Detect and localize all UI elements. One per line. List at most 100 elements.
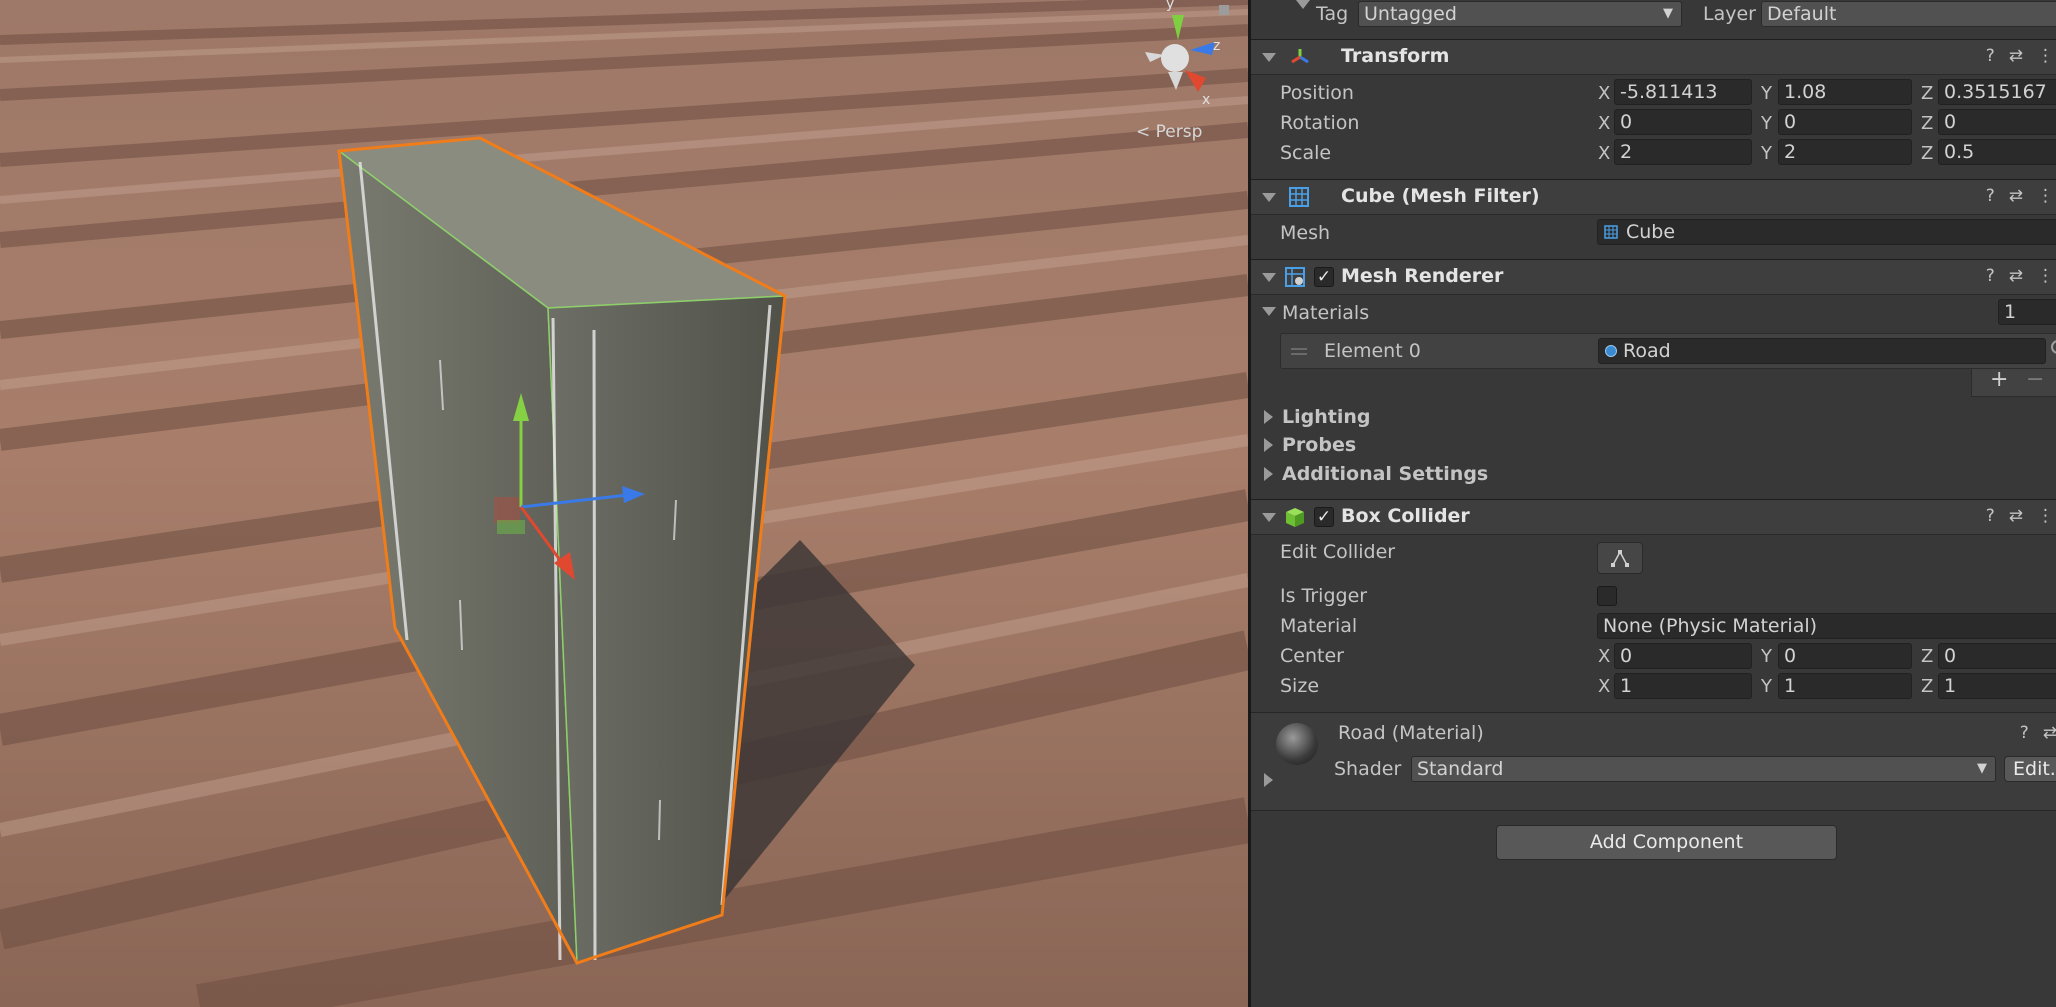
- remove-element-button[interactable]: −: [2026, 367, 2044, 392]
- scale-y-field[interactable]: 2: [1778, 139, 1912, 165]
- header-chevron-icon: [1296, 0, 1310, 9]
- collider-material-field[interactable]: None (Physic Material): [1597, 613, 2056, 639]
- fold-arrow-icon[interactable]: [1262, 193, 1276, 202]
- tag-label: Tag: [1316, 3, 1349, 25]
- mesh-renderer-header[interactable]: ✓ Mesh Renderer ? ⇄ ⋮: [1251, 259, 2056, 295]
- more-icon[interactable]: ⋮: [2037, 506, 2054, 526]
- layer-label: Layer: [1703, 3, 1756, 25]
- mesh-filter-header[interactable]: Cube (Mesh Filter) ? ⇄ ⋮: [1251, 179, 2056, 215]
- materials-count-field[interactable]: 1: [1998, 299, 2056, 325]
- axis-z-label[interactable]: Z: [1921, 113, 1933, 134]
- presets-icon[interactable]: ⇄: [2043, 723, 2056, 743]
- shader-label: Shader: [1334, 758, 1402, 780]
- transform-icon: [1291, 49, 1309, 64]
- center-x-field[interactable]: 0: [1614, 643, 1752, 669]
- axis-x-label[interactable]: X: [1598, 676, 1610, 697]
- size-z-field[interactable]: 1: [1938, 673, 2056, 699]
- presets-icon[interactable]: ⇄: [2009, 266, 2023, 286]
- axis-x-label[interactable]: X: [1598, 143, 1610, 164]
- presets-icon[interactable]: ⇄: [2009, 46, 2023, 66]
- position-z-field[interactable]: 0.3515167: [1938, 79, 2056, 105]
- help-icon[interactable]: ?: [2020, 723, 2029, 743]
- materials-fold-icon[interactable]: [1262, 307, 1276, 316]
- box-collider-icon: [1286, 508, 1304, 527]
- size-y-field[interactable]: 1: [1778, 673, 1912, 699]
- probes-foldout[interactable]: Probes: [1282, 434, 1356, 456]
- axis-z-label[interactable]: Z: [1921, 646, 1933, 667]
- edit-shader-button[interactable]: Edit...: [2004, 756, 2056, 782]
- probes-fold-icon[interactable]: [1264, 438, 1273, 452]
- mesh-label: Mesh: [1280, 222, 1331, 244]
- size-x-field[interactable]: 1: [1614, 673, 1752, 699]
- presets-icon[interactable]: ⇄: [2009, 506, 2023, 526]
- position-x-field[interactable]: -5.811413: [1614, 79, 1752, 105]
- add-component-button[interactable]: Add Component: [1496, 825, 1837, 860]
- presets-icon[interactable]: ⇄: [2009, 186, 2023, 206]
- help-icon[interactable]: ?: [1986, 46, 1995, 66]
- layer-dropdown[interactable]: Default: [1761, 1, 2056, 27]
- fold-arrow-icon[interactable]: [1262, 53, 1276, 62]
- mesh-icon: [1604, 225, 1618, 239]
- material-fold-icon[interactable]: [1264, 773, 1273, 787]
- edit-collider-button[interactable]: [1597, 542, 1643, 574]
- drag-handle-icon[interactable]: [1291, 348, 1307, 350]
- box-collider-enabled-checkbox[interactable]: ✓: [1314, 507, 1334, 527]
- shader-chevron-icon: ▼: [1977, 761, 1987, 776]
- position-label: Position: [1280, 82, 1354, 104]
- axis-y-label[interactable]: Y: [1761, 113, 1772, 134]
- additional-settings-foldout[interactable]: Additional Settings: [1282, 463, 1488, 485]
- element-0-field[interactable]: Road: [1598, 338, 2046, 364]
- axis-z-label[interactable]: Z: [1921, 143, 1933, 164]
- center-z-field[interactable]: 0: [1938, 643, 2056, 669]
- material-icon: [1605, 345, 1617, 357]
- fold-arrow-icon[interactable]: [1262, 513, 1276, 522]
- help-icon[interactable]: ?: [1986, 266, 1995, 286]
- add-element-button[interactable]: +: [1990, 367, 2008, 392]
- axis-z-label[interactable]: Z: [1921, 83, 1933, 104]
- axis-y-label[interactable]: Y: [1761, 646, 1772, 667]
- scene-view[interactable]: y z x < Persp: [0, 0, 1248, 1007]
- axis-z-label[interactable]: Z: [1921, 676, 1933, 697]
- axis-y-label[interactable]: Y: [1761, 83, 1772, 104]
- object-picker-icon[interactable]: [2051, 340, 2056, 354]
- center-y-field[interactable]: 0: [1778, 643, 1912, 669]
- axis-x-label[interactable]: X: [1598, 113, 1610, 134]
- inspector-panel: Tag Untagged ▼ Layer Default Transform ?…: [1248, 0, 2056, 1007]
- help-icon[interactable]: ?: [1986, 186, 1995, 206]
- lighting-foldout[interactable]: Lighting: [1282, 406, 1370, 428]
- is-trigger-checkbox[interactable]: [1597, 586, 1617, 606]
- additional-settings-fold-icon[interactable]: [1264, 467, 1273, 481]
- box-collider-title: Box Collider: [1341, 505, 1470, 527]
- box-collider-header[interactable]: ✓ Box Collider ? ⇄ ⋮: [1251, 499, 2056, 535]
- axis-x-label[interactable]: X: [1598, 83, 1610, 104]
- transform-header[interactable]: Transform ? ⇄ ⋮: [1251, 39, 2056, 75]
- help-icon[interactable]: ?: [1986, 506, 1995, 526]
- axis-y-label[interactable]: Y: [1761, 676, 1772, 697]
- position-y-field[interactable]: 1.08: [1778, 79, 1912, 105]
- gizmo-x-label: x: [1202, 92, 1210, 108]
- more-icon[interactable]: ⋮: [2037, 46, 2054, 66]
- rotation-y-field[interactable]: 0: [1778, 109, 1912, 135]
- mesh-object-field[interactable]: Cube: [1597, 219, 2056, 245]
- fold-arrow-icon[interactable]: [1262, 273, 1276, 282]
- more-icon[interactable]: ⋮: [2037, 266, 2054, 286]
- more-icon[interactable]: ⋮: [2037, 186, 2054, 206]
- mesh-renderer-enabled-checkbox[interactable]: ✓: [1314, 267, 1334, 287]
- material-title: Road (Material): [1338, 722, 1484, 744]
- tag-dropdown[interactable]: Untagged ▼: [1358, 1, 1682, 27]
- lighting-fold-icon[interactable]: [1264, 410, 1273, 424]
- scale-label: Scale: [1280, 142, 1332, 164]
- axis-y-label[interactable]: Y: [1761, 143, 1772, 164]
- rotation-z-field[interactable]: 0: [1938, 109, 2056, 135]
- mesh-value: Cube: [1626, 221, 1676, 243]
- materials-list: Element 0 Road: [1280, 333, 2056, 369]
- persp-label[interactable]: < Persp: [1136, 122, 1202, 142]
- axis-x-label[interactable]: X: [1598, 646, 1610, 667]
- list-footer: + −: [1971, 367, 2056, 397]
- scale-x-field[interactable]: 2: [1614, 139, 1752, 165]
- materials-label: Materials: [1282, 302, 1370, 324]
- rotation-x-field[interactable]: 0: [1614, 109, 1752, 135]
- shader-dropdown[interactable]: Standard ▼: [1411, 756, 1996, 782]
- mesh-filter-icon: [1289, 187, 1309, 207]
- scale-z-field[interactable]: 0.5: [1938, 139, 2056, 165]
